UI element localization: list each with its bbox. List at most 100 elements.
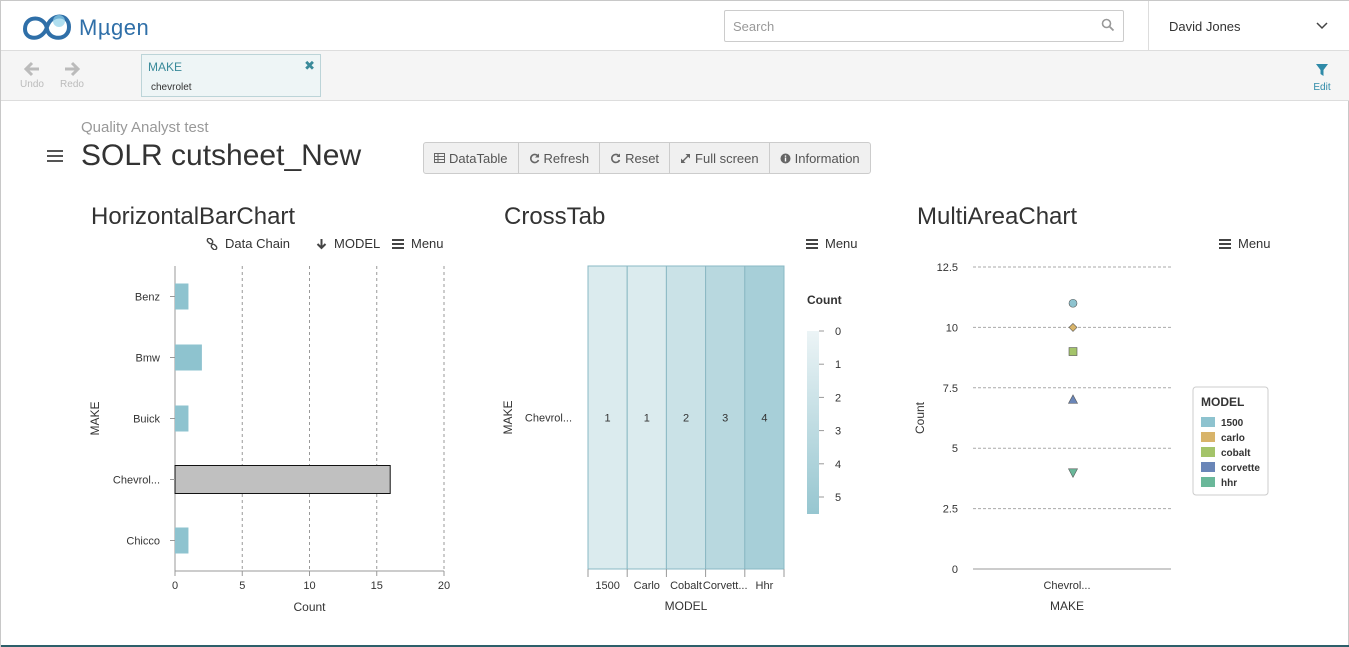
- legend-title: Count: [807, 293, 842, 307]
- fullscreen-button[interactable]: Full screen: [670, 143, 770, 173]
- page-title: SOLR cutsheet_New: [81, 139, 362, 172]
- x-tick-label: 5: [239, 580, 245, 592]
- edit-button[interactable]: Edit: [1307, 63, 1337, 93]
- legend-swatch: [1201, 447, 1215, 457]
- x-axis-label: MODEL: [665, 599, 708, 613]
- y-axis-label: MAKE: [501, 400, 515, 434]
- x-tick-label: Cobalt: [670, 580, 702, 592]
- crosstab-menu-label: Menu: [825, 236, 858, 251]
- filter-chip-make[interactable]: MAKE ✖ chevrolet: [141, 54, 321, 97]
- data-point: [1068, 347, 1078, 356]
- datatable-button[interactable]: DataTable: [424, 143, 519, 173]
- data-chain-button[interactable]: Data Chain: [206, 236, 290, 251]
- menu-icon: [1219, 238, 1231, 249]
- x-tick-label: 1500: [595, 580, 619, 592]
- bar: [175, 283, 189, 310]
- cell-value-label: 4: [761, 413, 767, 425]
- edit-label: Edit: [1313, 82, 1331, 93]
- data-point: [1068, 468, 1078, 479]
- search-icon[interactable]: [1101, 18, 1115, 32]
- legend-title: MODEL: [1201, 395, 1244, 409]
- reset-button[interactable]: Reset: [600, 143, 671, 173]
- legend-tick-label: 3: [835, 426, 841, 438]
- multiarea-menu-button[interactable]: Menu: [1219, 236, 1271, 251]
- legend-swatch: [1201, 432, 1215, 442]
- data-point: [1068, 394, 1078, 404]
- drill-model-button[interactable]: MODEL: [316, 236, 380, 251]
- legend-color-bar: [807, 331, 819, 514]
- legend-entry-label: carlo: [1221, 433, 1245, 444]
- cell-value-label: 1: [644, 413, 650, 425]
- search-box: [724, 10, 1124, 42]
- undo-label: Undo: [20, 79, 44, 90]
- arrow-right-icon: [65, 61, 81, 77]
- redo-label: Redo: [60, 79, 84, 90]
- undo-button[interactable]: Undo: [15, 61, 49, 90]
- reset-label: Reset: [625, 150, 660, 166]
- crosstab-heatmap: 1 1500 1 Carlo 2 Cobalt 3 Corvett... 4 Hhr Chevrol…: [501, 265, 842, 613]
- menu-icon: [392, 238, 404, 249]
- menu-icon: [806, 238, 818, 249]
- y-tick-label: Chevrol...: [113, 475, 160, 487]
- information-button[interactable]: Information: [770, 143, 870, 173]
- x-tick-label: Hhr: [756, 580, 774, 592]
- user-name[interactable]: David Jones: [1169, 19, 1241, 34]
- close-icon[interactable]: ✖: [304, 58, 315, 74]
- cell-value-label: 2: [683, 413, 689, 425]
- multiarea-panel-title: MultiAreaChart: [917, 203, 1078, 230]
- legend-tick-label: 5: [835, 492, 841, 504]
- y-tick-label: Chicco: [126, 536, 160, 548]
- y-tick-label: Buick: [133, 414, 160, 426]
- bar: [175, 344, 202, 371]
- redo-button[interactable]: Redo: [55, 61, 89, 90]
- y-axis-label: MAKE: [88, 401, 102, 435]
- refresh-label: Refresh: [543, 150, 590, 166]
- y-tick-label: 10: [946, 322, 958, 334]
- refresh-icon: [529, 153, 539, 163]
- filter-title: MAKE: [148, 60, 183, 74]
- x-tick-label: Carlo: [634, 580, 660, 592]
- y-axis-label: Count: [913, 401, 927, 434]
- info-icon: [780, 153, 791, 163]
- y-tick-label: 0: [952, 564, 958, 576]
- hbar-menu-button[interactable]: Menu: [392, 236, 444, 251]
- information-label: Information: [794, 150, 860, 166]
- y-tick-label: 7.5: [943, 383, 958, 395]
- model-label: MODEL: [334, 236, 381, 251]
- legend-tick-label: 1: [835, 359, 841, 371]
- dashboard-button-group: DataTable Refresh Reset Full screen Info…: [423, 142, 871, 174]
- y-tick-label: Chevrol...: [525, 413, 572, 425]
- filter-icon: [1316, 64, 1328, 76]
- y-tick-label: 2.5: [943, 504, 958, 516]
- bar: [174, 465, 391, 494]
- data-chain-label: Data Chain: [225, 236, 291, 251]
- hbar-panel-title: HorizontalBarChart: [91, 203, 296, 230]
- y-tick-label: Bmw: [136, 353, 161, 365]
- logo[interactable]: Mµgen: [19, 7, 159, 47]
- data-point: [1068, 298, 1078, 308]
- cell-value-label: 3: [722, 413, 728, 425]
- reset-icon: [611, 153, 621, 163]
- multi-area-chart: 0 2.5 5 7.5 10 12.5 Chevrol... MAKE Count MODEL 15…: [913, 262, 1269, 613]
- chevron-down-icon[interactable]: [1315, 21, 1329, 31]
- legend-entry-label: 1500: [1221, 418, 1244, 429]
- y-tick-label: 5: [952, 443, 958, 455]
- crosstab-menu-button[interactable]: Menu: [806, 236, 858, 251]
- search-input[interactable]: [725, 11, 1085, 41]
- expand-icon: [681, 153, 691, 163]
- refresh-button[interactable]: Refresh: [519, 143, 601, 173]
- user-divider: [1148, 1, 1149, 50]
- legend-tick-label: 4: [835, 459, 841, 471]
- x-axis-label: MAKE: [1050, 599, 1084, 613]
- y-tick-label: 12.5: [937, 262, 958, 274]
- link-icon: [206, 237, 218, 250]
- x-tick-label: 10: [303, 580, 315, 592]
- data-point: [1068, 322, 1078, 332]
- legend-tick-label: 2: [835, 392, 841, 404]
- arrow-down-icon: [316, 238, 327, 249]
- multiarea-menu-label: Menu: [1238, 236, 1271, 251]
- x-axis-label: Count: [293, 600, 326, 614]
- arrow-left-icon: [23, 61, 39, 77]
- hamburger-menu-icon[interactable]: [47, 149, 63, 163]
- datatable-label: DataTable: [449, 150, 508, 166]
